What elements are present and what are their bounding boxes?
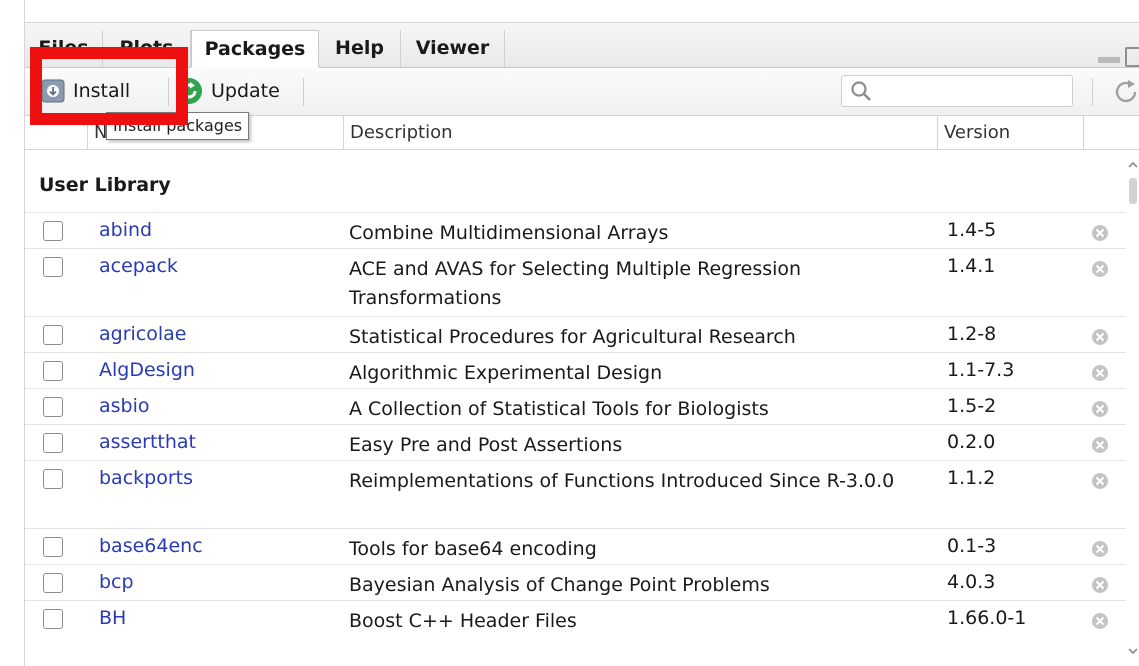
scroll-up-icon[interactable]: [1126, 158, 1139, 172]
package-name-link[interactable]: agricolae: [99, 323, 186, 345]
remove-package-icon[interactable]: [1091, 576, 1109, 594]
table-row: AlgDesign Algorithmic Experimental Desig…: [25, 352, 1139, 389]
tab-bar: Files Plots Packages Help Viewer: [25, 23, 1139, 68]
remove-package-icon[interactable]: [1091, 472, 1109, 490]
package-checkbox[interactable]: [43, 433, 63, 453]
package-checkbox[interactable]: [43, 537, 63, 557]
packages-pane: Files Plots Packages Help Viewer Install: [24, 0, 1139, 666]
package-version: 1.5-2: [947, 395, 997, 417]
package-name-link[interactable]: asbio: [99, 395, 150, 417]
window-buttons: [1080, 47, 1139, 69]
package-checkbox[interactable]: [43, 361, 63, 381]
package-name-link[interactable]: assertthat: [99, 431, 196, 453]
package-list: User Library abind Combine Multidimensio…: [25, 150, 1139, 666]
package-version: 0.2.0: [947, 431, 996, 453]
package-version: 1.4-5: [947, 219, 997, 241]
package-checkbox[interactable]: [43, 221, 63, 241]
package-description: Boost C++ Header Files: [349, 610, 577, 632]
vertical-scrollbar[interactable]: [1126, 150, 1139, 666]
table-row: backports Reimplementations of Functions…: [25, 460, 1139, 529]
update-label: Update: [211, 80, 280, 102]
table-row: agricolae Statistical Procedures for Agr…: [25, 316, 1139, 353]
tab-viewer[interactable]: Viewer: [401, 30, 505, 67]
update-button[interactable]: Update: [175, 74, 280, 108]
minimize-icon[interactable]: [1098, 57, 1120, 63]
remove-package-icon[interactable]: [1091, 224, 1109, 242]
package-version: 1.1-7.3: [947, 359, 1015, 381]
column-header-version[interactable]: Version: [937, 116, 1083, 149]
toolbar-separator: [1092, 78, 1093, 106]
package-description: Easy Pre and Post Assertions: [349, 434, 623, 456]
package-checkbox[interactable]: [43, 573, 63, 593]
package-version: 1.4.1: [947, 255, 996, 277]
top-strip: [25, 0, 1139, 23]
package-name-link[interactable]: acepack: [99, 255, 178, 277]
search-icon: [851, 81, 871, 101]
table-row: acepack ACE and AVAS for Selecting Multi…: [25, 248, 1139, 317]
search-input[interactable]: [876, 79, 1070, 105]
remove-package-icon[interactable]: [1091, 364, 1109, 382]
maximize-icon[interactable]: [1125, 47, 1139, 67]
remove-package-icon[interactable]: [1091, 400, 1109, 418]
column-header-remove: [1083, 116, 1123, 149]
package-description: Algorithmic Experimental Design: [349, 362, 663, 384]
scroll-down-icon[interactable]: [1126, 644, 1139, 658]
package-description: Combine Multidimensional Arrays: [349, 222, 669, 244]
install-label: Install: [73, 80, 131, 102]
remove-package-icon[interactable]: [1091, 612, 1109, 630]
install-tooltip: Install packages: [106, 112, 250, 140]
toolbar: Install Update: [25, 68, 1139, 116]
table-row: assertthat Easy Pre and Post Assertions …: [25, 424, 1139, 461]
package-name-link[interactable]: BH: [99, 607, 126, 629]
library-title: User Library: [39, 174, 171, 196]
package-description: Bayesian Analysis of Change Point Proble…: [349, 574, 770, 596]
scrollbar-thumb[interactable]: [1129, 178, 1137, 204]
table-row: asbio A Collection of Statistical Tools …: [25, 388, 1139, 425]
toolbar-separator: [303, 78, 304, 106]
package-description: Tools for base64 encoding: [349, 538, 597, 560]
remove-package-icon[interactable]: [1091, 540, 1109, 558]
remove-package-icon[interactable]: [1091, 328, 1109, 346]
package-checkbox[interactable]: [43, 609, 63, 629]
package-version: 1.66.0-1: [947, 607, 1027, 629]
tab-packages[interactable]: Packages: [191, 30, 319, 68]
tab-files[interactable]: Files: [25, 30, 103, 67]
package-description: Reimplementations of Functions Introduce…: [349, 470, 895, 492]
package-name-link[interactable]: backports: [99, 467, 193, 489]
package-name-link[interactable]: base64enc: [99, 535, 203, 557]
tab-help[interactable]: Help: [319, 30, 401, 67]
update-icon: [176, 78, 202, 104]
package-version: 4.0.3: [947, 571, 996, 593]
refresh-icon[interactable]: [1107, 78, 1139, 106]
table-row: BH Boost C++ Header Files 1.66.0-1: [25, 600, 1139, 641]
package-description: ACE and AVAS for Selecting Multiple Regr…: [349, 258, 802, 309]
toolbar-separator: [168, 78, 169, 106]
column-header-description[interactable]: Description: [343, 116, 937, 149]
package-checkbox[interactable]: [43, 397, 63, 417]
package-name-link[interactable]: abind: [99, 219, 152, 241]
install-button[interactable]: Install: [41, 74, 130, 108]
package-name-link[interactable]: AlgDesign: [99, 359, 195, 381]
package-version: 1.1.2: [947, 467, 996, 489]
package-version: 0.1-3: [947, 535, 997, 557]
install-icon: [41, 79, 65, 103]
package-description: Statistical Procedures for Agricultural …: [349, 326, 796, 348]
remove-package-icon[interactable]: [1091, 260, 1109, 278]
tab-plots[interactable]: Plots: [103, 30, 191, 67]
package-version: 1.2-8: [947, 323, 997, 345]
table-row: base64enc Tools for base64 encoding 0.1-…: [25, 528, 1139, 565]
package-checkbox[interactable]: [43, 257, 63, 277]
package-name-link[interactable]: bcp: [99, 571, 134, 593]
package-description: A Collection of Statistical Tools for Bi…: [349, 398, 769, 420]
package-checkbox[interactable]: [43, 469, 63, 489]
search-box[interactable]: [841, 75, 1073, 107]
table-row: abind Combine Multidimensional Arrays 1.…: [25, 212, 1139, 249]
table-row: bcp Bayesian Analysis of Change Point Pr…: [25, 564, 1139, 601]
package-checkbox[interactable]: [43, 325, 63, 345]
remove-package-icon[interactable]: [1091, 436, 1109, 454]
